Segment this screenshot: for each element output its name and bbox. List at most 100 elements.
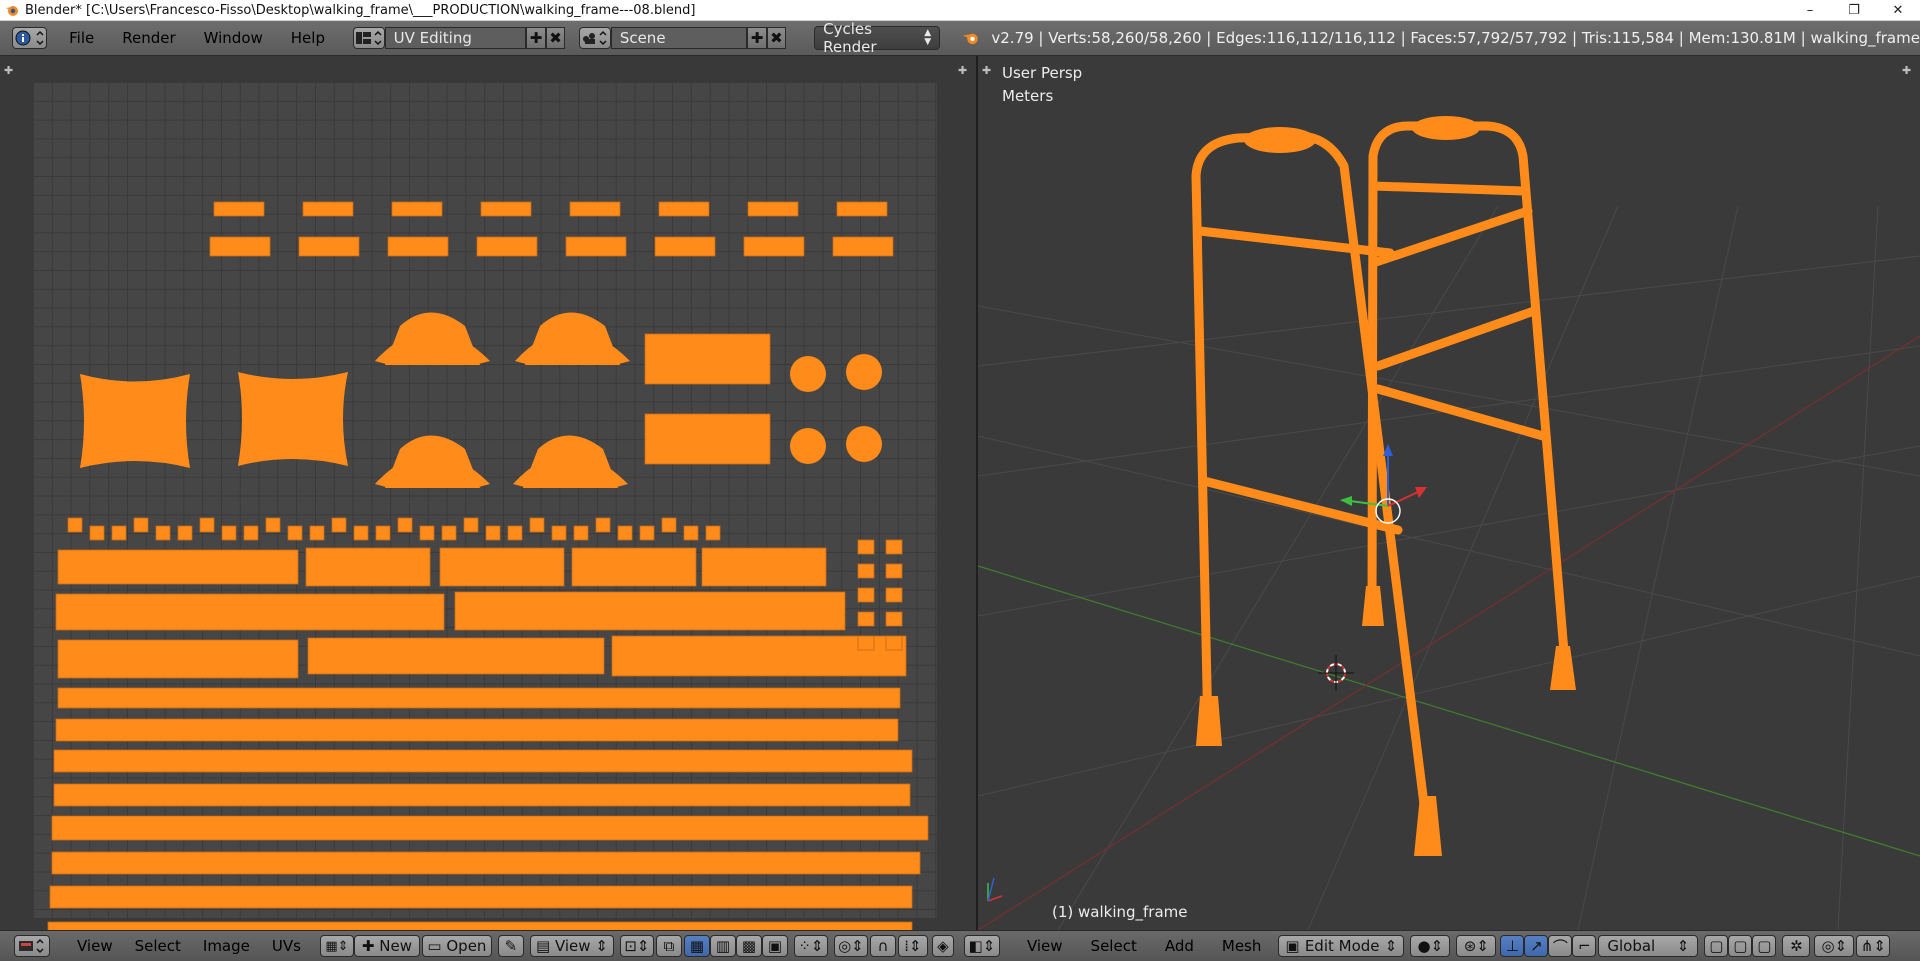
uv-island[interactable] xyxy=(639,525,655,541)
uv-island[interactable] xyxy=(221,525,237,541)
scale-manipulator-button[interactable]: ⌐ xyxy=(1572,935,1597,957)
uv-island[interactable] xyxy=(551,525,567,541)
remove-scene-button[interactable]: ✖ xyxy=(766,27,787,49)
uv-island[interactable] xyxy=(155,525,171,541)
uv-island[interactable] xyxy=(885,539,903,555)
menu-render[interactable]: Render xyxy=(108,29,189,47)
uv-island[interactable] xyxy=(177,525,193,541)
uv-island[interactable] xyxy=(243,525,259,541)
uv-island[interactable] xyxy=(857,587,875,603)
uv-island[interactable] xyxy=(523,435,618,489)
uv-island[interactable] xyxy=(47,921,913,930)
uv-island[interactable] xyxy=(701,547,827,587)
snap-element-dropdown[interactable]: ⁞⇕ xyxy=(897,935,928,957)
uv-island[interactable] xyxy=(571,547,697,587)
pivot-point-dropdown[interactable]: ⊛⇕ xyxy=(1456,935,1497,957)
uv-island[interactable] xyxy=(439,547,565,587)
uv-island[interactable] xyxy=(644,333,771,385)
sync-selection-button[interactable]: ⧉ xyxy=(655,935,682,957)
uv-island[interactable] xyxy=(658,201,710,217)
add-screen-button[interactable]: ✚ xyxy=(526,27,546,49)
editor-type-button[interactable] xyxy=(12,27,48,49)
uv-island[interactable] xyxy=(747,201,799,217)
uv-island[interactable] xyxy=(507,525,523,541)
uv-island[interactable] xyxy=(51,851,921,875)
uv-island[interactable] xyxy=(53,783,911,807)
uv-snap-toggle[interactable]: ∩ xyxy=(869,935,896,957)
uv-island[interactable] xyxy=(885,563,903,579)
uv-island[interactable] xyxy=(476,236,538,257)
3d-menu-view[interactable]: View xyxy=(1016,937,1074,955)
viewport-editor-type-button[interactable]: ◈ xyxy=(931,935,954,957)
3d-menu-add[interactable]: Add xyxy=(1154,937,1205,955)
uv-island[interactable] xyxy=(57,687,901,709)
uv-island[interactable] xyxy=(57,549,299,585)
proportional-edit-dropdown[interactable]: ◎⇕ xyxy=(833,935,868,957)
3d-menu-mesh[interactable]: Mesh xyxy=(1211,937,1273,955)
uv-island[interactable] xyxy=(480,201,532,217)
menu-window[interactable]: Window xyxy=(190,29,277,47)
uv-island[interactable] xyxy=(49,885,913,909)
vertex-select-button[interactable]: ▦ xyxy=(683,935,710,957)
scene-browse-button[interactable] xyxy=(579,27,611,49)
uv-island[interactable] xyxy=(391,201,443,217)
layer-button-1[interactable]: ▢ xyxy=(1704,935,1729,957)
minimize-button[interactable]: – xyxy=(1788,3,1832,18)
uv-island[interactable] xyxy=(199,517,215,533)
screen-layout-browse-button[interactable] xyxy=(352,27,385,49)
uv-island[interactable] xyxy=(463,517,479,533)
uv-island[interactable] xyxy=(55,718,899,742)
uv-island[interactable] xyxy=(885,611,903,627)
uv-island[interactable] xyxy=(111,525,127,541)
close-button[interactable]: ✕ xyxy=(1876,3,1920,18)
uv-island[interactable] xyxy=(857,539,875,555)
uv-island[interactable] xyxy=(595,517,611,533)
uv-image-editor[interactable]: ✚ ✚ xyxy=(0,56,976,930)
uv-island[interactable] xyxy=(57,639,299,679)
uv-menu-uvs[interactable]: UVs xyxy=(261,937,312,955)
uv-island[interactable] xyxy=(885,587,903,603)
open-image-button[interactable]: ▭ Open xyxy=(421,935,492,957)
uv-island[interactable] xyxy=(790,428,826,464)
uv-island[interactable] xyxy=(305,547,431,587)
uv-island[interactable] xyxy=(387,236,449,257)
transform-orientation-dropdown[interactable]: Global ⇕ xyxy=(1598,935,1699,957)
uv-island[interactable] xyxy=(573,525,589,541)
uv-island[interactable] xyxy=(353,525,369,541)
uv-island[interactable] xyxy=(565,236,627,257)
uv-island[interactable] xyxy=(529,517,545,533)
pivot-dropdown[interactable]: ⊡⇕ xyxy=(619,935,654,957)
uv-island[interactable] xyxy=(644,413,771,465)
uv-editor-mode-dropdown[interactable]: ▤ View ⇕ xyxy=(529,935,614,957)
layer-button-2[interactable]: ▢ xyxy=(1728,935,1753,957)
uv-island[interactable] xyxy=(857,635,875,651)
uv-island[interactable] xyxy=(67,517,83,533)
uv-island[interactable] xyxy=(133,517,149,533)
uv-island[interactable] xyxy=(80,374,190,468)
render-button[interactable]: ✲ xyxy=(1782,935,1811,957)
island-select-button[interactable]: ▣ xyxy=(761,935,788,957)
uv-island[interactable] xyxy=(89,525,105,541)
uv-island[interactable] xyxy=(419,525,435,541)
uv-island[interactable] xyxy=(654,236,716,257)
proportional-editing-dropdown[interactable]: ◎⇕ xyxy=(1814,935,1855,957)
translate-manipulator-button[interactable]: ↗ xyxy=(1524,935,1549,957)
uv-island[interactable] xyxy=(569,201,621,217)
sticky-select-dropdown[interactable]: ⁘⇕ xyxy=(793,935,828,957)
uv-island[interactable] xyxy=(287,525,303,541)
snap-toggle[interactable]: ⋔⇕ xyxy=(1856,935,1891,957)
uv-island[interactable] xyxy=(397,517,413,533)
uv-island[interactable] xyxy=(617,525,633,541)
face-select-button[interactable]: ▩ xyxy=(735,935,762,957)
layer-button-3[interactable]: ▢ xyxy=(1752,935,1777,957)
rotate-manipulator-button[interactable]: ⌒ xyxy=(1548,935,1573,957)
manipulator-toggle[interactable]: ⊥ xyxy=(1500,935,1525,957)
menu-help[interactable]: Help xyxy=(277,29,339,47)
uv-island[interactable] xyxy=(385,435,480,489)
new-image-button[interactable]: ✚ New xyxy=(353,935,420,957)
uv-menu-view[interactable]: View xyxy=(66,937,124,955)
uv-island[interactable] xyxy=(51,815,929,841)
pin-image-button[interactable]: ✎ xyxy=(497,935,524,957)
uv-island[interactable] xyxy=(661,517,677,533)
uv-island[interactable] xyxy=(265,517,281,533)
